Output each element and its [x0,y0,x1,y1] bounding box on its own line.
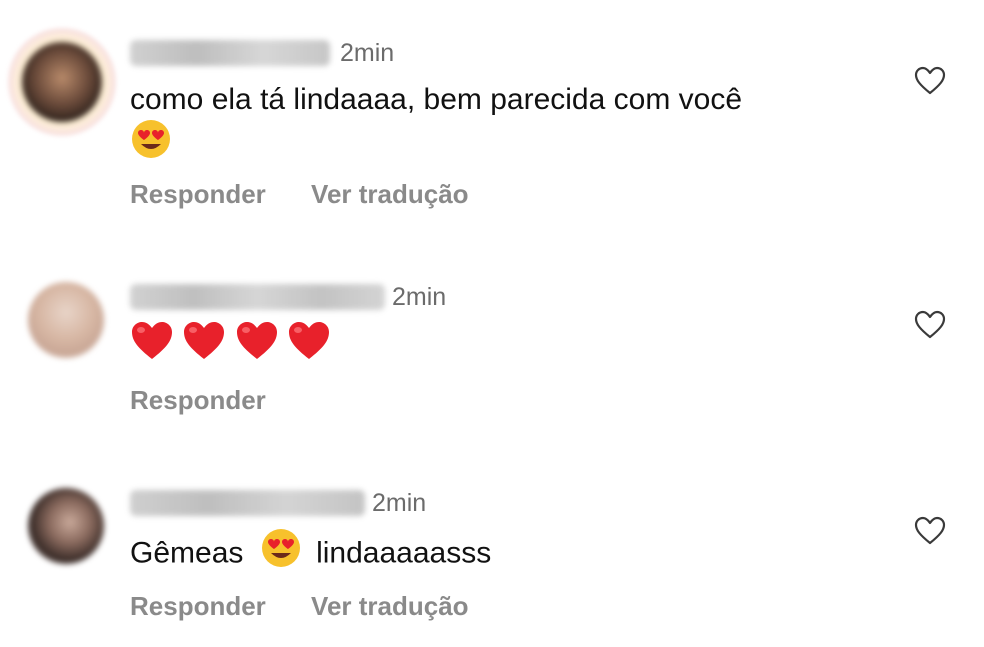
red-heart-emoji [287,320,331,367]
avatar[interactable] [28,488,104,564]
heart-eyes-emoji [260,527,302,582]
translate-button[interactable]: Ver tradução [311,178,469,210]
red-heart-emoji [182,320,226,367]
comment-body-end: lindaaaaasss [316,536,492,570]
comment-actions: Responder Ver tradução [130,178,507,210]
comment-actions: Responder Ver tradução [130,590,507,622]
like-button[interactable] [914,310,946,340]
comment-text: como ela tá lindaaaa, bem parecida com v… [130,78,742,122]
comment-actions: Responder [130,384,304,416]
like-button[interactable] [914,516,946,546]
heart-outline-icon [914,310,946,339]
heart-outline-icon [914,516,946,545]
heart-outline-icon [914,66,946,95]
reply-button[interactable]: Responder [130,384,266,416]
username-blurred[interactable] [130,284,385,310]
red-heart-emoji [130,320,174,367]
red-hearts-row [130,320,335,367]
red-heart-emoji [235,320,279,367]
avatar[interactable] [28,282,104,358]
translate-button[interactable]: Ver tradução [311,590,469,622]
like-button[interactable] [914,66,946,96]
username-blurred[interactable] [130,490,365,516]
timestamp: 2min [372,489,427,517]
heart-eyes-emoji [130,118,172,165]
timestamp: 2min [392,283,447,311]
username-blurred[interactable] [130,40,330,66]
reply-button[interactable]: Responder [130,178,266,210]
comment-body: como ela tá lindaaaa, bem parecida com v… [130,83,743,116]
timestamp: 2min [340,39,395,67]
reply-button[interactable]: Responder [130,590,266,622]
comment-body-start: Gêmeas [130,536,244,570]
avatar[interactable] [22,42,102,122]
comment-text: Gêmeas lindaaaaasss [130,527,491,582]
